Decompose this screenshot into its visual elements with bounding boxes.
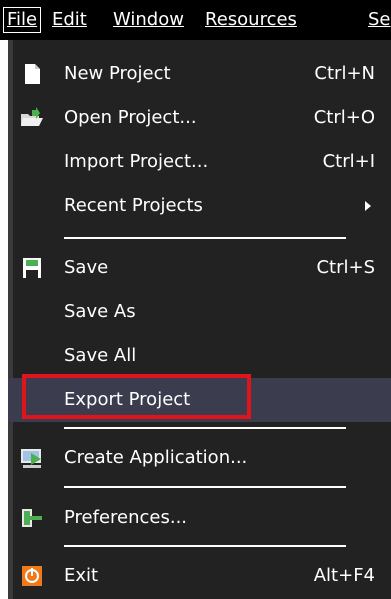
- menu-item-save[interactable]: Save Ctrl+S: [8, 246, 391, 290]
- menu-separator: [64, 486, 346, 488]
- menu-resources[interactable]: Resources: [205, 8, 297, 32]
- new-project-shortcut: Ctrl+N: [314, 63, 375, 84]
- menu-item-create-application[interactable]: Create Application...: [8, 436, 391, 480]
- menu-window[interactable]: Window: [113, 8, 184, 32]
- import-project-label: Import Project...: [64, 151, 209, 172]
- open-folder-icon: [20, 107, 44, 129]
- save-label: Save: [64, 257, 109, 278]
- new-document-icon: [20, 63, 44, 85]
- menu-more[interactable]: Se: [368, 8, 391, 32]
- import-project-shortcut: Ctrl+I: [322, 151, 375, 172]
- submenu-arrow-icon: [365, 201, 371, 211]
- menu-item-import-project[interactable]: Import Project... Ctrl+I: [8, 140, 391, 184]
- save-as-label: Save As: [64, 301, 136, 322]
- menu-item-exit[interactable]: Exit Alt+F4: [8, 554, 391, 598]
- save-all-label: Save All: [64, 345, 137, 366]
- menu-bar: File Edit Window Resources Se: [0, 0, 391, 40]
- menu-separator: [64, 545, 346, 547]
- save-shortcut: Ctrl+S: [316, 257, 375, 278]
- create-application-icon: [20, 447, 44, 469]
- preferences-label: Preferences...: [64, 507, 188, 528]
- create-application-label: Create Application...: [64, 447, 248, 468]
- menu-item-preferences[interactable]: Preferences...: [8, 496, 391, 540]
- menu-file[interactable]: File: [3, 7, 42, 33]
- menu-item-save-as[interactable]: Save As: [8, 290, 391, 334]
- menu-separator: [64, 427, 346, 429]
- menu-item-recent-projects[interactable]: Recent Projects: [8, 184, 391, 228]
- menu-item-new-project[interactable]: New Project Ctrl+N: [8, 52, 391, 96]
- file-menu-dropdown: New Project Ctrl+N Open Project... Ctrl+…: [8, 40, 391, 599]
- open-project-shortcut: Ctrl+O: [313, 107, 375, 128]
- recent-projects-label: Recent Projects: [64, 195, 203, 216]
- menu-separator: [64, 237, 346, 239]
- menu-edit[interactable]: Edit: [52, 8, 87, 32]
- open-project-label: Open Project...: [64, 107, 197, 128]
- menu-item-save-all[interactable]: Save All: [8, 334, 391, 378]
- menu-item-open-project[interactable]: Open Project... Ctrl+O: [8, 96, 391, 140]
- callout-highlight-box: [22, 374, 251, 419]
- exit-label: Exit: [64, 565, 99, 586]
- window-edge: [0, 40, 8, 599]
- exit-icon: [20, 565, 44, 587]
- new-project-label: New Project: [64, 63, 171, 84]
- exit-shortcut: Alt+F4: [313, 565, 375, 586]
- save-disk-icon: [20, 257, 44, 279]
- preferences-icon: [20, 507, 44, 529]
